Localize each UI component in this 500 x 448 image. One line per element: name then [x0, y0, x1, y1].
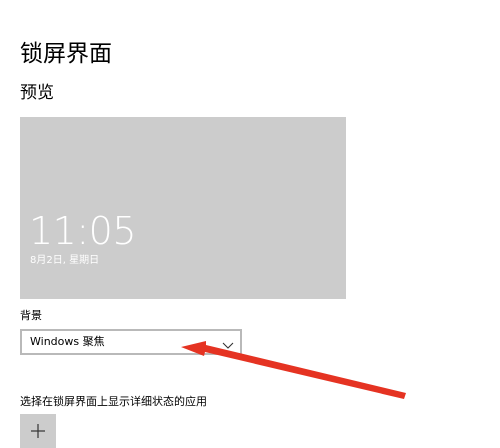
chevron-down-icon: [222, 336, 234, 349]
lock-screen-preview: 11:05 8月2日, 星期日: [20, 117, 346, 299]
preview-heading: 预览: [20, 83, 54, 103]
preview-date: 8月2日, 星期日: [30, 255, 100, 266]
background-label: 背景: [20, 309, 42, 322]
plus-icon: [31, 424, 45, 438]
page-title: 锁屏界面: [20, 41, 112, 67]
preview-time: 11:05: [29, 209, 137, 253]
background-dropdown[interactable]: Windows 聚焦: [20, 329, 242, 355]
background-dropdown-value: Windows 聚焦: [30, 335, 105, 348]
detailed-status-apps-label: 选择在锁屏界面上显示详细状态的应用: [20, 395, 207, 408]
add-app-button[interactable]: [20, 414, 56, 448]
